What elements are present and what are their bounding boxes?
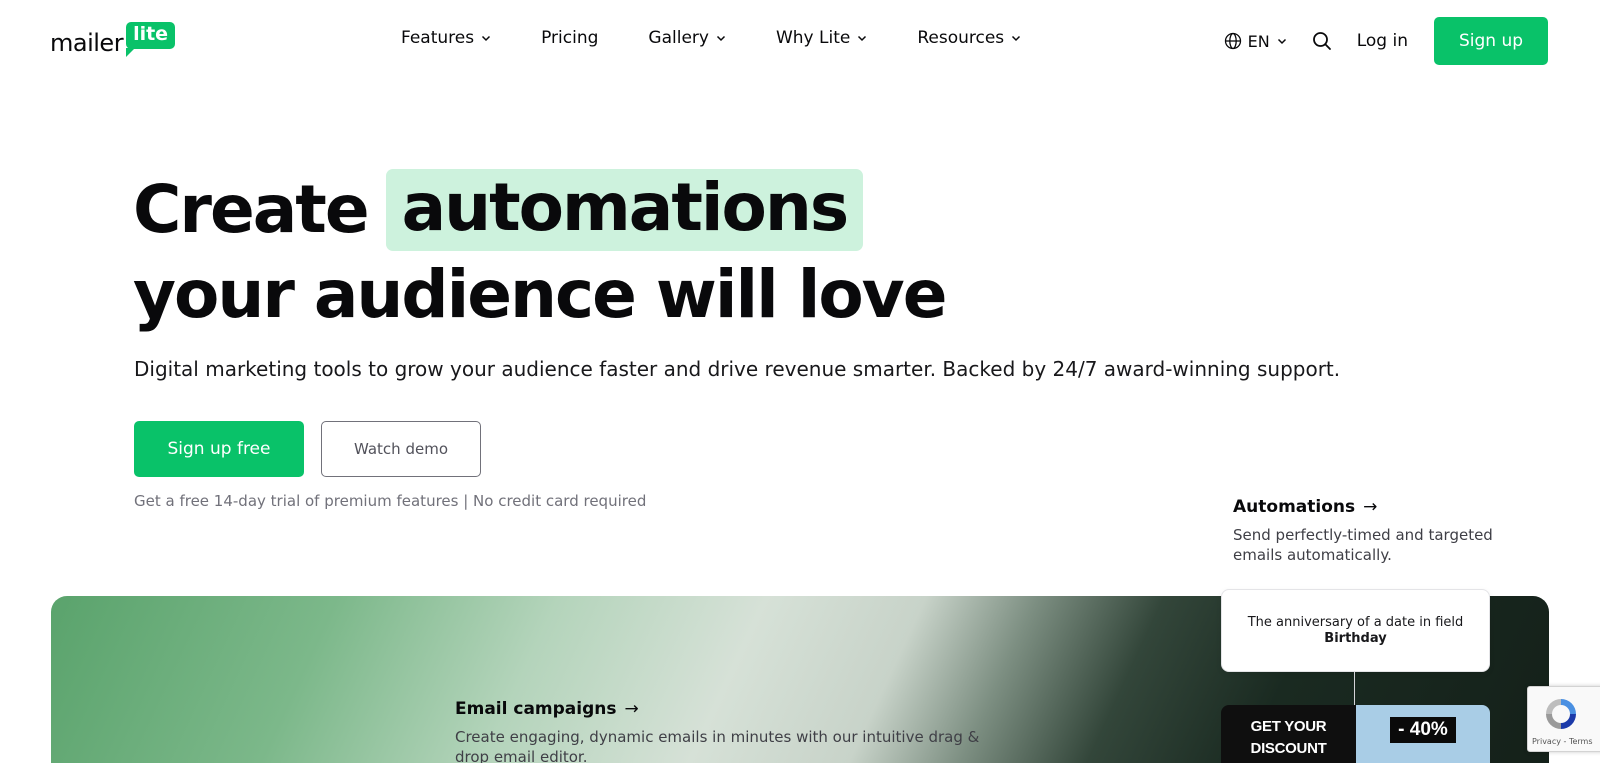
headline-line-1: GET YOUR [1250,718,1327,735]
language-selector[interactable]: EN [1224,32,1293,51]
feature-title-text: Automations [1233,497,1356,517]
language-label: EN [1247,31,1270,51]
recaptcha-badge[interactable]: Privacy - Terms [1527,686,1600,752]
search-button[interactable] [1311,30,1333,52]
automation-trigger-text: The anniversary of a date in field Birth… [1242,615,1469,647]
chevron-down-icon [1277,38,1286,45]
watch-demo-button[interactable]: Watch demo [321,421,481,477]
nav-item-gallery[interactable]: Gallery [648,28,726,48]
feature-email-description: Create engaging, dynamic emails in minut… [455,728,980,763]
feature-automations[interactable]: Automations → Send perfectly-timed and t… [1233,497,1513,565]
mailerlite-logo[interactable]: mailer lite [50,18,176,58]
email-preview-image: - 40% [1356,705,1490,763]
site-header: mailer lite Features Pricing Gallery Why… [0,0,1600,80]
headline-line-2: DISCOUNT [1250,740,1327,757]
nav-item-label: Pricing [541,28,599,48]
feature-automations-description: Send perfectly-timed and targeted emails… [1233,526,1493,564]
nav-item-features[interactable]: Features [401,28,491,48]
header-actions: EN Log in Sign up [1224,17,1548,65]
nav-item-why-lite[interactable]: Why Lite [776,28,867,48]
email-preview: GET YOUR DISCOUNT - 40% [1221,705,1490,763]
logo-wordmark: mailer [50,29,124,57]
chevron-down-icon [482,35,491,42]
feature-email-campaigns[interactable]: Email campaigns → Create engaging, dynam… [455,699,995,763]
main-nav: Features Pricing Gallery Why Lite Resour… [401,28,1021,48]
automation-trigger-card: The anniversary of a date in field Birth… [1221,589,1490,672]
arrow-right-icon: → [1363,497,1378,517]
email-preview-headline: GET YOUR DISCOUNT [1221,705,1356,763]
hero-cta-row: Sign up free Watch demo [134,421,481,477]
hero-title-word: Create [133,171,370,248]
trigger-description: The anniversary of a date in field [1247,614,1464,630]
search-icon [1312,32,1331,50]
trial-note: Get a free 14-day trial of premium featu… [134,492,647,510]
discount-badge: - 40% [1390,717,1456,743]
arrow-right-icon: → [624,699,639,719]
trigger-field-name: Birthday [1324,630,1387,646]
chevron-down-icon [716,35,725,42]
nav-item-pricing[interactable]: Pricing [541,28,598,48]
feature-email-title: Email campaigns → [455,699,995,719]
feature-title-text: Email campaigns [455,699,617,719]
globe-icon [1224,32,1241,50]
hero-title-line-2: your audience will love [133,256,947,333]
hero-subtitle: Digital marketing tools to grow your aud… [134,357,1341,381]
signup-button[interactable]: Sign up [1434,17,1548,65]
chevron-down-icon [858,35,867,42]
chevron-down-icon [1012,35,1021,42]
logo-bubble: lite [126,22,176,57]
recaptcha-icon [1546,699,1576,729]
nav-item-label: Why Lite [775,28,851,48]
nav-item-label: Gallery [648,28,709,48]
nav-item-label: Features [401,28,475,48]
recaptcha-links[interactable]: Privacy - Terms [1532,737,1593,746]
nav-item-label: Resources [917,28,1005,48]
hero-title-highlight: automations [385,169,864,251]
hero-title-line-1: Create automations [133,168,864,252]
signup-free-button[interactable]: Sign up free [134,421,304,477]
workflow-connector [1354,672,1355,706]
login-link[interactable]: Log in [1357,31,1408,51]
feature-automations-title: Automations → [1233,497,1513,517]
nav-item-resources[interactable]: Resources [917,28,1021,48]
